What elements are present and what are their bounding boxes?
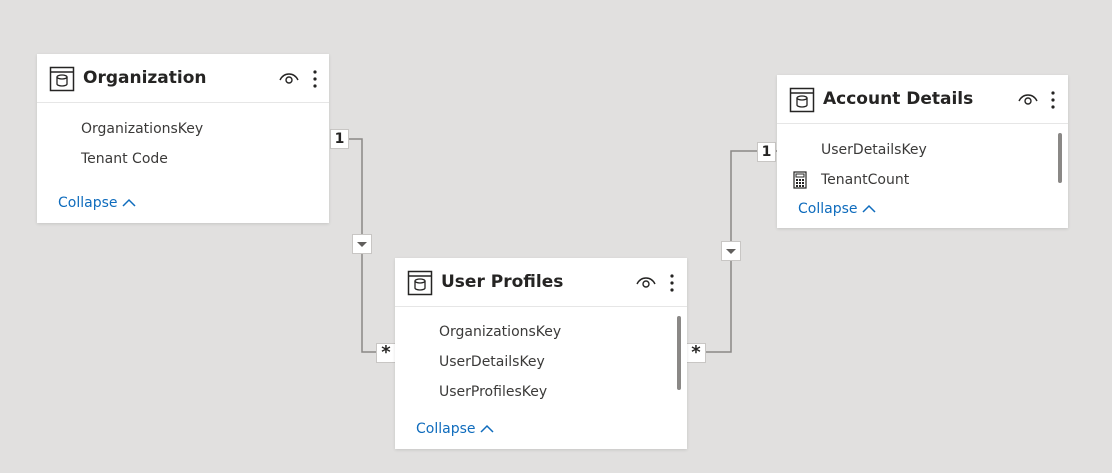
triangle-down-icon (357, 242, 367, 247)
collapse-label: Collapse (798, 201, 858, 217)
calculator-icon (793, 171, 807, 189)
field-row[interactable]: TenantCount (777, 165, 1068, 195)
cardinality-one-account-details: 1 (757, 142, 776, 162)
table-card-header[interactable]: Organization (37, 54, 329, 103)
field-row[interactable]: OrganizationsKey (37, 114, 329, 144)
scrollbar[interactable] (1058, 133, 1062, 183)
collapse-label: Collapse (416, 421, 476, 437)
eye-icon[interactable] (279, 70, 299, 86)
filter-direction-arrow-org[interactable] (352, 234, 372, 254)
collapse-button[interactable]: Collapse (798, 201, 876, 217)
scrollbar[interactable] (677, 316, 681, 390)
table-card-header[interactable]: User Profiles (395, 258, 687, 307)
more-options-icon[interactable] (1048, 89, 1058, 111)
field-row[interactable]: UserProfilesKey (395, 377, 687, 407)
collapse-label: Collapse (58, 195, 118, 211)
table-title: Account Details (823, 89, 974, 109)
more-options-icon[interactable] (667, 272, 677, 294)
cardinality-one-organization: 1 (330, 129, 349, 149)
table-card-header[interactable]: Account Details (777, 75, 1068, 124)
field-name: UserProfilesKey (439, 384, 548, 400)
table-card-organization[interactable]: Organization OrganizationsKey Tenant Cod… (37, 54, 329, 223)
table-card-account-details[interactable]: Account Details UserDetailsKey TenantCou… (777, 75, 1068, 228)
eye-icon[interactable] (636, 274, 656, 290)
field-name: OrganizationsKey (81, 121, 204, 137)
table-icon (49, 66, 75, 92)
field-name: Tenant Code (81, 151, 168, 167)
table-title: Organization (83, 68, 207, 88)
field-row[interactable]: UserDetailsKey (777, 135, 1068, 165)
chevron-up-icon (861, 204, 876, 213)
cardinality-many-user-profiles-right: * (686, 343, 706, 363)
field-name: TenantCount (821, 172, 910, 188)
field-row[interactable]: UserDetailsKey (395, 347, 687, 377)
filter-direction-arrow-account[interactable] (721, 241, 741, 261)
table-icon (407, 270, 433, 296)
collapse-button[interactable]: Collapse (416, 421, 494, 437)
field-name: UserDetailsKey (821, 142, 927, 158)
field-row[interactable]: OrganizationsKey (395, 317, 687, 347)
eye-icon[interactable] (1018, 91, 1038, 107)
field-row[interactable]: Tenant Code (37, 144, 329, 174)
field-name: UserDetailsKey (439, 354, 545, 370)
table-card-user-profiles[interactable]: User Profiles OrganizationsKey UserDetai… (395, 258, 687, 449)
triangle-down-icon (726, 249, 736, 254)
table-title: User Profiles (441, 272, 564, 292)
field-name: OrganizationsKey (439, 324, 562, 340)
chevron-up-icon (121, 198, 136, 207)
cardinality-many-user-profiles-left: * (376, 343, 396, 363)
more-options-icon[interactable] (310, 68, 320, 90)
chevron-up-icon (479, 424, 494, 433)
collapse-button[interactable]: Collapse (58, 195, 136, 211)
table-icon (789, 87, 815, 113)
